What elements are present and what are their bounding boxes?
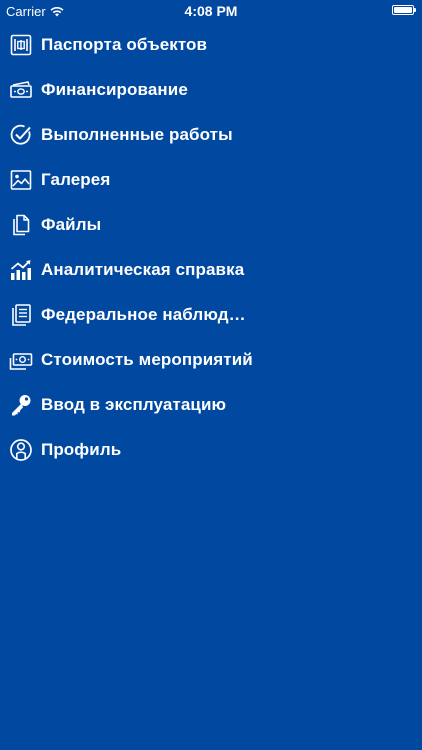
menu-item-label: Ввод в эксплуатацию	[41, 395, 227, 414]
menu-item-label: Выполненные работы	[41, 125, 233, 144]
menu-item-label: Профиль	[41, 440, 122, 459]
money-icon	[10, 81, 32, 98]
key-icon	[12, 395, 31, 416]
menu-item-label: Аналитическая справка	[41, 260, 245, 279]
menu-item-commissioning[interactable]: Ввод в эксплуатацию	[0, 382, 422, 427]
menu-item-label: Стоимость мероприятий	[41, 350, 253, 369]
menu-item-events-cost[interactable]: Стоимость мероприятий	[0, 337, 422, 382]
menu-item-analytics[interactable]: Аналитическая справка	[0, 247, 422, 292]
menu-item-label: Галерея	[41, 170, 111, 189]
menu-item-files[interactable]: Файлы	[0, 202, 422, 247]
status-bar: Carrier 4:08 PM	[0, 0, 422, 22]
menu-item-label: Федеральное наблюд…	[41, 305, 246, 324]
menu-item-label: Паспорта объектов	[41, 35, 208, 54]
profile-icon	[10, 439, 32, 461]
object-passport-icon	[10, 34, 32, 56]
side-menu: Паспорта объектов Финансирование Выполне…	[0, 22, 422, 472]
menu-item-label: Финансирование	[41, 80, 188, 99]
menu-item-label: Файлы	[41, 215, 102, 234]
menu-item-financing[interactable]: Финансирование	[0, 67, 422, 112]
analytics-chart-icon	[10, 260, 31, 280]
gallery-image-icon	[10, 170, 32, 190]
files-icon	[13, 214, 30, 236]
cost-cash-icon	[9, 353, 33, 370]
menu-item-object-passports[interactable]: Паспорта объектов	[0, 22, 422, 67]
status-time: 4:08 PM	[184, 3, 238, 19]
menu-item-profile[interactable]: Профиль	[0, 427, 422, 472]
documents-list-icon	[12, 304, 31, 326]
menu-item-federal-monitoring[interactable]: Федеральное наблюд…	[0, 292, 422, 337]
menu-item-completed-works[interactable]: Выполненные работы	[0, 112, 422, 157]
check-circle-icon	[10, 124, 31, 145]
menu-item-gallery[interactable]: Галерея	[0, 157, 422, 202]
battery-level-fill	[394, 7, 412, 13]
battery-icon	[392, 5, 416, 15]
